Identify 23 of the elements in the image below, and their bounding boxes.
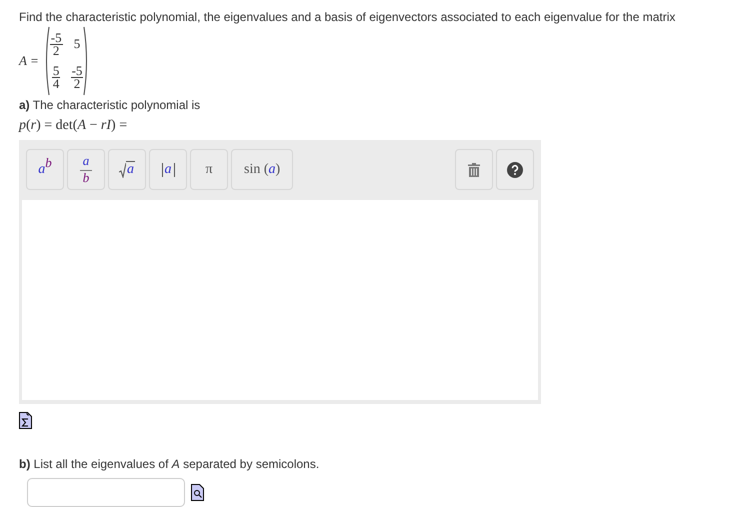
matrix-entry: -5 2 xyxy=(50,32,63,57)
power-button[interactable]: ab xyxy=(26,149,64,190)
question-text: Find the characteristic polynomial, the eigenvalues and a basis of eigenvectors associated to each eigenvalue for the matrix xyxy=(19,10,676,24)
help-icon xyxy=(507,162,523,178)
delete-button[interactable] xyxy=(455,149,493,190)
matrix-name: A = xyxy=(19,53,39,69)
absolute-value-button[interactable]: a xyxy=(149,149,187,190)
part-b-label: b) List all the eigenvalues of A separated by semicolons. xyxy=(19,457,320,471)
formula-document-icon[interactable] xyxy=(19,412,32,429)
eigenvalues-field[interactable] xyxy=(27,478,185,507)
part-a-label: a) The characteristic polynomial is xyxy=(19,98,202,112)
trash-icon xyxy=(468,162,480,176)
matrix-entry: -5 2 xyxy=(70,65,84,90)
matrix-entry: 5 4 xyxy=(52,65,60,90)
preview-document-icon[interactable] xyxy=(191,484,204,501)
square-root-button[interactable]: a xyxy=(108,149,146,190)
sine-button[interactable]: sin (a) xyxy=(231,149,294,190)
polynomial-formula: p(r) = det(A − rI) = xyxy=(19,118,128,134)
help-button[interactable] xyxy=(496,149,534,190)
fraction-button[interactable]: a b xyxy=(67,149,105,190)
radical-sign-icon xyxy=(119,163,126,178)
matrix-entry: 5 xyxy=(74,36,80,52)
pi-button[interactable]: π xyxy=(190,149,228,190)
